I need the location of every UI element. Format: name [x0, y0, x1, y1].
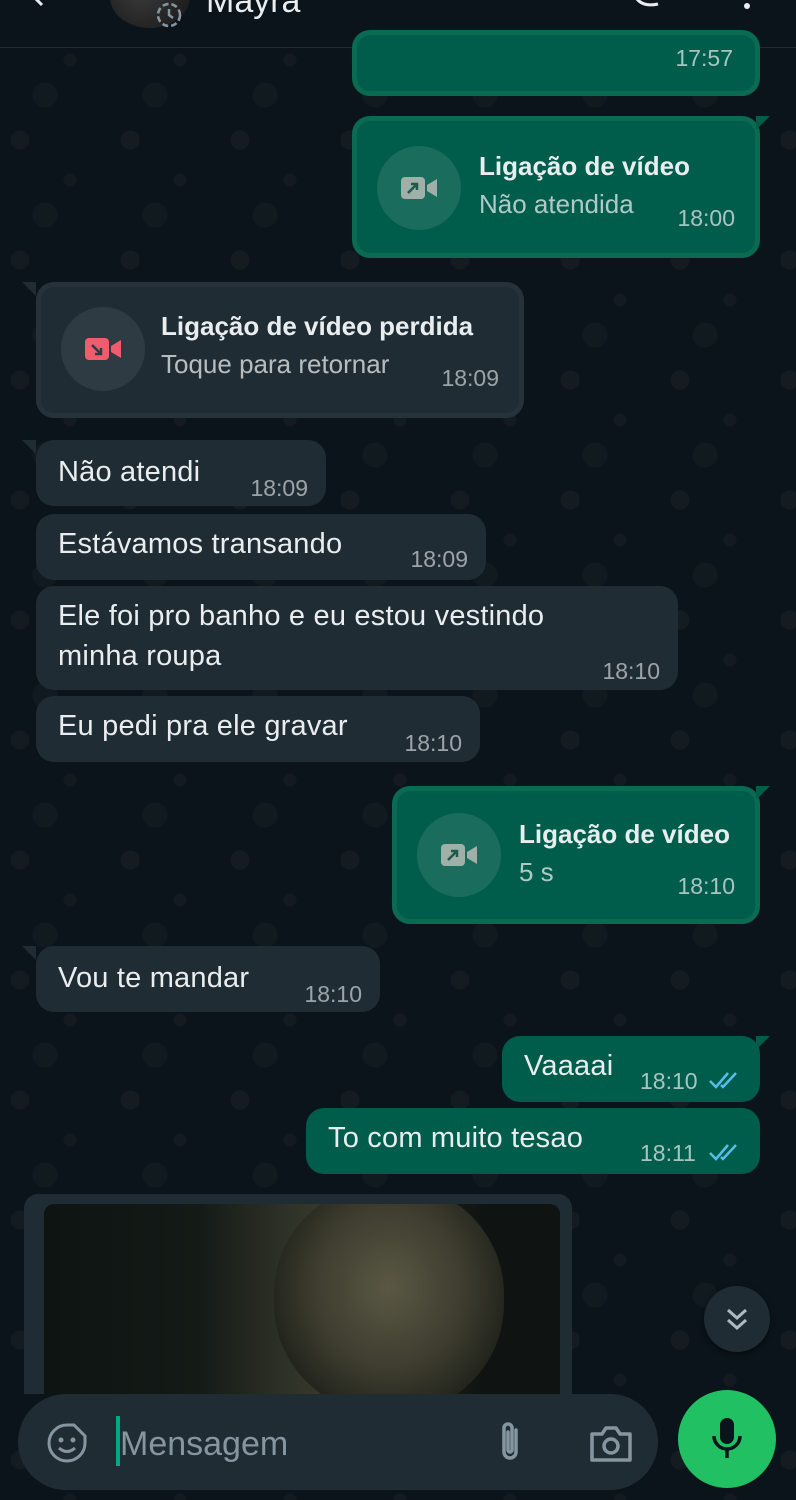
- message-text: Vou te mandar: [58, 962, 250, 994]
- missed-video-call-icon: [85, 338, 121, 360]
- message-time: 18:09: [250, 475, 308, 501]
- message-text-line: minha roupa: [58, 640, 222, 672]
- message-text-line: Ele foi pro banho e eu estou vestindo: [58, 600, 545, 632]
- menu-icon[interactable]: [740, 0, 754, 14]
- message-text: Estávamos transando: [58, 528, 343, 560]
- message-bubble-incoming[interactable]: Vou te mandar 18:10: [36, 946, 380, 1012]
- video-call-icon: [441, 844, 477, 866]
- message-time: 18:11: [640, 1140, 696, 1166]
- call-duration: 5 s: [519, 857, 554, 887]
- bubble-tail: [22, 440, 36, 454]
- call-icon-circle: [417, 813, 501, 897]
- call-title: Ligação de vídeo: [479, 151, 690, 181]
- message-time: 18:10: [640, 1068, 698, 1094]
- attach-icon[interactable]: [494, 1420, 526, 1466]
- message-bubble-outgoing-call[interactable]: Ligação de vídeo Não atendida 18:00: [352, 116, 760, 258]
- message-input[interactable]: [120, 1420, 480, 1468]
- mic-icon: [712, 1418, 742, 1458]
- double-check-icon: [709, 1072, 737, 1089]
- camera-icon[interactable]: [588, 1422, 634, 1464]
- message-bubble-missed-call[interactable]: Ligação de vídeo perdida Toque para reto…: [36, 282, 524, 418]
- message-text: To com muito tesao: [328, 1122, 584, 1154]
- message-bubble-outgoing-call[interactable]: Ligação de vídeo 5 s 18:10: [392, 786, 760, 924]
- bubble-tail: [22, 282, 36, 296]
- contact-name[interactable]: Mayra: [206, 0, 300, 21]
- message-text: Não atendi: [58, 456, 201, 488]
- bubble-tail: [22, 946, 36, 960]
- message-time: 18:10: [602, 658, 660, 684]
- bubble-tail: [756, 1036, 770, 1050]
- message-bubble-incoming[interactable]: Não atendi 18:09: [36, 440, 326, 506]
- message-time: 17:57: [675, 45, 733, 71]
- status-ring-icon: [156, 2, 182, 28]
- voice-call-icon[interactable]: [630, 0, 662, 12]
- back-arrow-icon[interactable]: [30, 0, 56, 12]
- bubble-tail: [756, 116, 770, 130]
- message-time: 18:10: [304, 981, 362, 1007]
- message-time: 18:10: [404, 730, 462, 756]
- message-text: Eu pedi pra ele gravar: [58, 710, 348, 742]
- video-call-icon: [401, 177, 437, 199]
- message-bubble-outgoing[interactable]: To com muito tesao 18:11: [306, 1108, 760, 1174]
- message-bubble-incoming[interactable]: Estávamos transando 18:09: [36, 514, 486, 580]
- call-title: Ligação de vídeo perdida: [161, 311, 474, 341]
- message-bubble-incoming[interactable]: Ele foi pro banho e eu estou vestindo mi…: [36, 586, 678, 690]
- call-icon-circle: [377, 146, 461, 230]
- call-status: Não atendida: [479, 189, 634, 219]
- message-bubble-outgoing-call[interactable]: 17:57: [352, 30, 760, 96]
- message-time: 18:09: [410, 546, 468, 572]
- chevrons-down-icon: [727, 1308, 747, 1331]
- message-time: 18:09: [441, 365, 499, 391]
- video-thumbnail-image: [274, 1204, 504, 1394]
- message-text: Vaaaai: [524, 1050, 614, 1082]
- message-bubble-incoming[interactable]: Eu pedi pra ele gravar 18:10: [36, 696, 480, 762]
- call-title: Ligação de vídeo: [519, 819, 730, 849]
- message-time: 18:00: [677, 205, 735, 231]
- double-check-icon: [709, 1144, 737, 1161]
- voice-message-button[interactable]: [678, 1390, 776, 1488]
- missed-call-icon-circle: [61, 307, 145, 391]
- scroll-to-bottom-button[interactable]: [704, 1286, 770, 1352]
- message-time: 18:10: [677, 873, 735, 899]
- message-bubble-outgoing[interactable]: Vaaaai 18:10: [502, 1036, 760, 1102]
- sticker-icon[interactable]: [46, 1422, 88, 1464]
- video-thumbnail[interactable]: [44, 1204, 560, 1394]
- call-status: Toque para retornar: [161, 349, 390, 379]
- bubble-tail: [756, 786, 770, 800]
